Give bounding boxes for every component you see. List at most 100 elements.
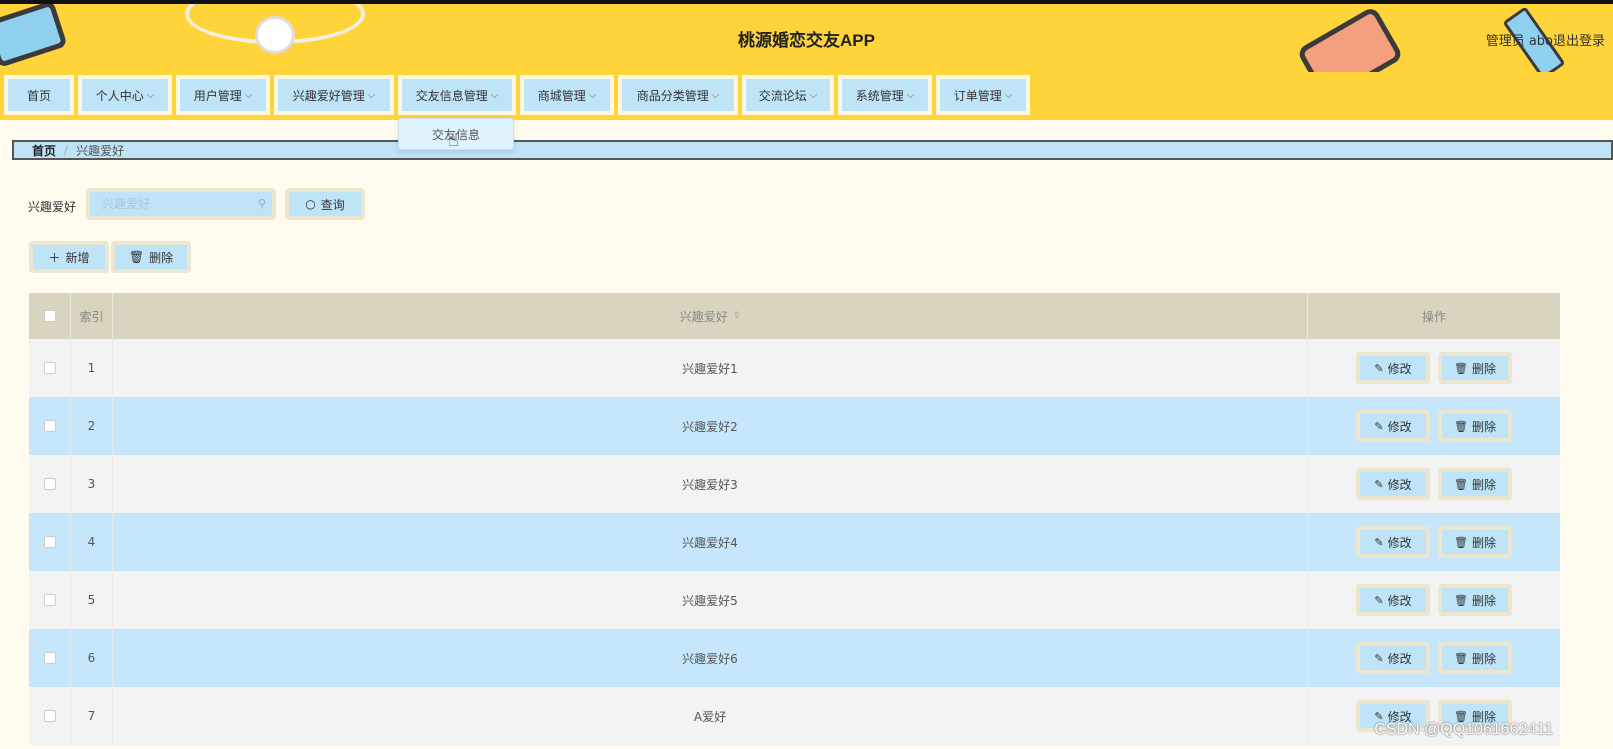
header-ops: 操作 (1421, 309, 1446, 324)
row-checkbox[interactable] (43, 536, 56, 548)
search-field-wrapper: ⚲ (86, 188, 276, 220)
trash-icon: 🗑 (1454, 419, 1468, 433)
row-checkbox[interactable] (43, 710, 56, 722)
delete-button[interactable]: 🗑 删除 (1438, 352, 1512, 384)
select-all-checkbox[interactable] (43, 310, 56, 322)
header-hobby-label: 兴趣爱好 (679, 309, 728, 324)
row-ops-cell (1308, 339, 1560, 397)
row-checkbox[interactable] (43, 652, 56, 664)
row-checkbox[interactable] (43, 478, 56, 490)
trash-icon: 🗑 (128, 250, 145, 264)
row-index: 3 (71, 455, 113, 513)
table-row: 6 兴趣爱好6 ✎ 修改 🗑 删除 (29, 629, 1560, 687)
chevron-down-icon: ⌵ (906, 89, 915, 101)
nav-item-label: 商品分类管理 (636, 88, 709, 103)
delete-button[interactable]: 🗑 删除 (1438, 642, 1512, 674)
delete-button[interactable]: 🗑 删除 (1438, 526, 1512, 558)
row-index: 6 (71, 629, 113, 687)
nav-item-mall-management[interactable]: 商城管理 ⌵ (520, 75, 614, 115)
delete-button[interactable]: 🗑 删除 (1438, 410, 1512, 442)
hobby-table: 索引 兴趣爱好 ⇕ 操作 1 兴趣爱好1 ✎ 修改 🗑 删除 2 兴趣爱好2 ✎ 修改… (29, 293, 1560, 749)
nav-item-user-management[interactable]: 用户管理 ⌵ (176, 75, 270, 115)
row-ops-cell (1308, 513, 1560, 571)
edit-button-label: 修改 (1387, 419, 1412, 434)
row-hobby: 兴趣爱好4 (113, 513, 1308, 571)
delete-button-label: 删除 (1471, 593, 1496, 608)
logout-link[interactable]: 退出登录 (1553, 30, 1605, 49)
table-row: 5 兴趣爱好5 ✎ 修改 🗑 删除 (29, 571, 1560, 629)
nav-item-label: 交友信息管理 (415, 88, 488, 103)
table-row: 2 兴趣爱好2 ✎ 修改 🗑 删除 (29, 397, 1560, 455)
trash-icon: 🗑 (1454, 535, 1468, 549)
row-hobby: 兴趣爱好6 (113, 629, 1308, 687)
nav-item-forum[interactable]: 交流论坛 ⌵ (742, 75, 834, 115)
nav-item-hobby-management[interactable]: 兴趣爱好管理 ⌵ (274, 75, 394, 115)
add-button[interactable]: ＋ 新增 (29, 241, 109, 273)
trash-icon: 🗑 (1454, 593, 1468, 607)
nav-item-system-management[interactable]: 系统管理 ⌵ (838, 75, 932, 115)
trash-icon: 🗑 (1454, 361, 1468, 375)
breadcrumb-current: 兴趣爱好 (76, 143, 125, 158)
header-select-all-cell (29, 293, 71, 339)
chevron-down-icon: ⌵ (146, 89, 155, 101)
row-checkbox[interactable] (43, 362, 56, 374)
nav-item-label: 首页 (26, 88, 51, 103)
delete-button-label: 删除 (1471, 477, 1496, 492)
edit-button[interactable]: ✎ 修改 (1356, 642, 1430, 674)
nav-item-label: 商城管理 (537, 88, 586, 103)
row-hobby: 兴趣爱好2 (113, 397, 1308, 455)
row-checkbox-cell (29, 629, 71, 687)
edit-icon: ✎ (1374, 535, 1384, 549)
chevron-down-icon: ⌵ (588, 89, 597, 101)
delete-button[interactable]: 🗑 删除 (1438, 468, 1512, 500)
table-row: 7 A爱好 ✎ 修改 🗑 删除 (29, 687, 1560, 745)
nav-item-home[interactable]: 首页 (4, 75, 74, 115)
nav-item-product-category-management[interactable]: 商品分类管理 ⌵ (618, 75, 738, 115)
nav-item-label: 系统管理 (855, 88, 904, 103)
nav-item-order-management[interactable]: 订单管理 ⌵ (936, 75, 1030, 115)
delete-button-label: 删除 (1471, 651, 1496, 666)
trash-icon: 🗑 (1454, 477, 1468, 491)
edit-button[interactable]: ✎ 修改 (1356, 584, 1430, 616)
nav-item-personal-center[interactable]: 个人中心 ⌵ (78, 75, 172, 115)
row-index: 2 (71, 397, 113, 455)
row-hobby: 兴趣爱好3 (113, 455, 1308, 513)
row-index: 7 (71, 687, 113, 745)
edit-button[interactable]: ✎ 修改 (1356, 410, 1430, 442)
row-checkbox-cell (29, 455, 71, 513)
row-hobby: 兴趣爱好1 (113, 339, 1308, 397)
chevron-down-icon: ⌵ (367, 89, 376, 101)
sort-icon[interactable]: ⇕ (733, 311, 741, 321)
nav-item-label: 用户管理 (193, 88, 242, 103)
row-checkbox[interactable] (43, 594, 56, 606)
nav-item-label: 个人中心 (95, 88, 144, 103)
row-checkbox[interactable] (43, 420, 56, 432)
delete-button[interactable]: 🗑 删除 (1438, 584, 1512, 616)
nav-item-dating-info-management[interactable]: 交友信息管理 ⌵ (398, 75, 516, 115)
search-input[interactable] (90, 192, 272, 216)
query-button[interactable]: ○ 查询 (285, 188, 365, 220)
edit-button[interactable]: ✎ 修改 (1356, 526, 1430, 558)
batch-delete-button[interactable]: 🗑 删除 (111, 241, 191, 273)
table-header: 索引 兴趣爱好 ⇕ 操作 (29, 293, 1560, 339)
chevron-down-icon: ⌵ (809, 89, 818, 101)
nav-item-label: 订单管理 (953, 88, 1002, 103)
table-row: 1 兴趣爱好1 ✎ 修改 🗑 删除 (29, 339, 1560, 397)
row-index: 1 (71, 339, 113, 397)
search-label: 兴趣爱好 (28, 200, 77, 214)
edit-button-label: 修改 (1387, 651, 1412, 666)
breadcrumb-home[interactable]: 首页 (32, 142, 56, 159)
edit-button[interactable]: ✎ 修改 (1356, 468, 1430, 500)
edit-button[interactable]: ✎ 修改 (1356, 352, 1430, 384)
row-checkbox-cell (29, 571, 71, 629)
delete-button-label: 删除 (1471, 419, 1496, 434)
edit-button-label: 修改 (1387, 477, 1412, 492)
row-index: 5 (71, 571, 113, 629)
header-hobby[interactable]: 兴趣爱好 ⇕ (113, 293, 1308, 339)
row-ops-cell (1308, 455, 1560, 513)
table-row: 4 兴趣爱好4 ✎ 修改 🗑 删除 (29, 513, 1560, 571)
row-checkbox-cell (29, 687, 71, 745)
watermark: CSDN @QQ1061662411 (1374, 721, 1553, 738)
nav-item-label: 兴趣爱好管理 (292, 88, 365, 103)
chevron-down-icon: ⌵ (711, 89, 720, 101)
